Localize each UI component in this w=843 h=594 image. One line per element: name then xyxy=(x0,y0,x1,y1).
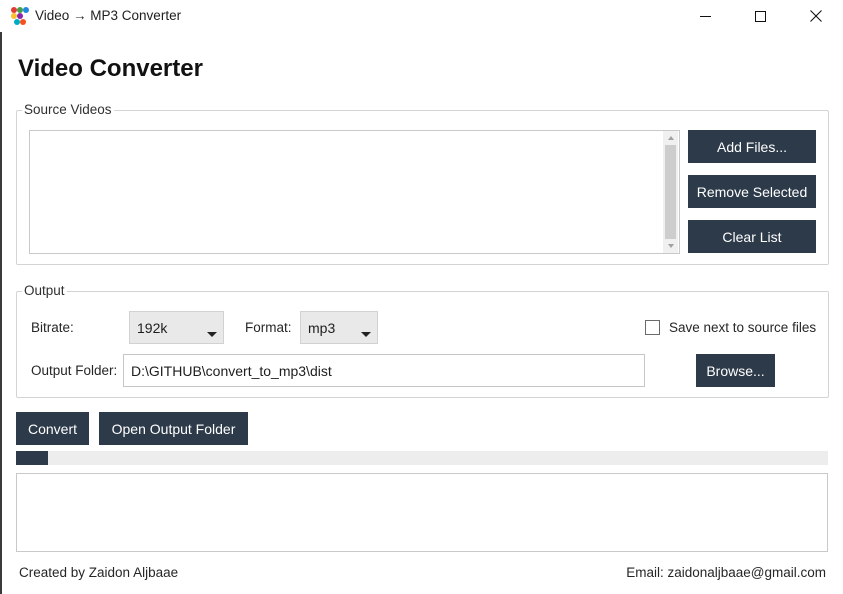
output-folder-input[interactable]: D:\GITHUB\convert_to_mp3\dist xyxy=(123,354,645,387)
format-select[interactable]: mp3 xyxy=(300,311,378,344)
save-next-checkbox[interactable] xyxy=(645,320,660,335)
scroll-up-icon[interactable] xyxy=(668,136,674,140)
output-legend: Output xyxy=(22,283,67,298)
conversion-progress-bar xyxy=(16,451,828,465)
bitrate-select[interactable]: 192k xyxy=(129,311,224,344)
format-value: mp3 xyxy=(308,319,336,336)
maximize-icon xyxy=(754,10,766,22)
source-videos-legend: Source Videos xyxy=(22,102,114,117)
scroll-thumb[interactable] xyxy=(665,145,676,239)
maximize-button[interactable] xyxy=(737,0,783,32)
bitrate-label: Bitrate: xyxy=(31,320,74,335)
window-left-edge xyxy=(0,0,2,594)
page-title: Video Converter xyxy=(18,55,203,82)
window-title: Video → MP3 Converter xyxy=(35,8,182,23)
app-dots-icon xyxy=(11,7,29,25)
source-file-list[interactable] xyxy=(29,130,680,254)
convert-button[interactable]: Convert xyxy=(16,412,89,445)
browse-button[interactable]: Browse... xyxy=(696,354,775,387)
minimize-icon xyxy=(699,15,711,17)
bitrate-value: 192k xyxy=(137,319,168,336)
progress-fill xyxy=(16,451,48,465)
close-icon xyxy=(810,10,822,22)
log-output[interactable] xyxy=(16,473,828,552)
chevron-down-icon xyxy=(207,332,217,337)
format-label: Format: xyxy=(245,320,292,335)
open-output-folder-button[interactable]: Open Output Folder xyxy=(99,412,248,445)
remove-selected-button[interactable]: Remove Selected xyxy=(688,175,816,208)
clear-list-button[interactable]: Clear List xyxy=(688,220,816,253)
chevron-down-icon xyxy=(361,332,371,337)
scroll-down-icon[interactable] xyxy=(668,244,674,248)
save-next-label[interactable]: Save next to source files xyxy=(669,320,816,335)
file-list-scrollbar[interactable] xyxy=(663,131,678,253)
close-button[interactable] xyxy=(793,0,839,32)
email-text: Email: zaidonaljbaae@gmail.com xyxy=(626,565,826,580)
output-folder-label: Output Folder: xyxy=(31,363,118,378)
minimize-button[interactable] xyxy=(682,0,728,32)
title-bar[interactable]: Video → MP3 Converter xyxy=(0,0,843,32)
credit-text: Created by Zaidon Aljbaae xyxy=(19,565,179,580)
add-files-button[interactable]: Add Files... xyxy=(688,130,816,163)
